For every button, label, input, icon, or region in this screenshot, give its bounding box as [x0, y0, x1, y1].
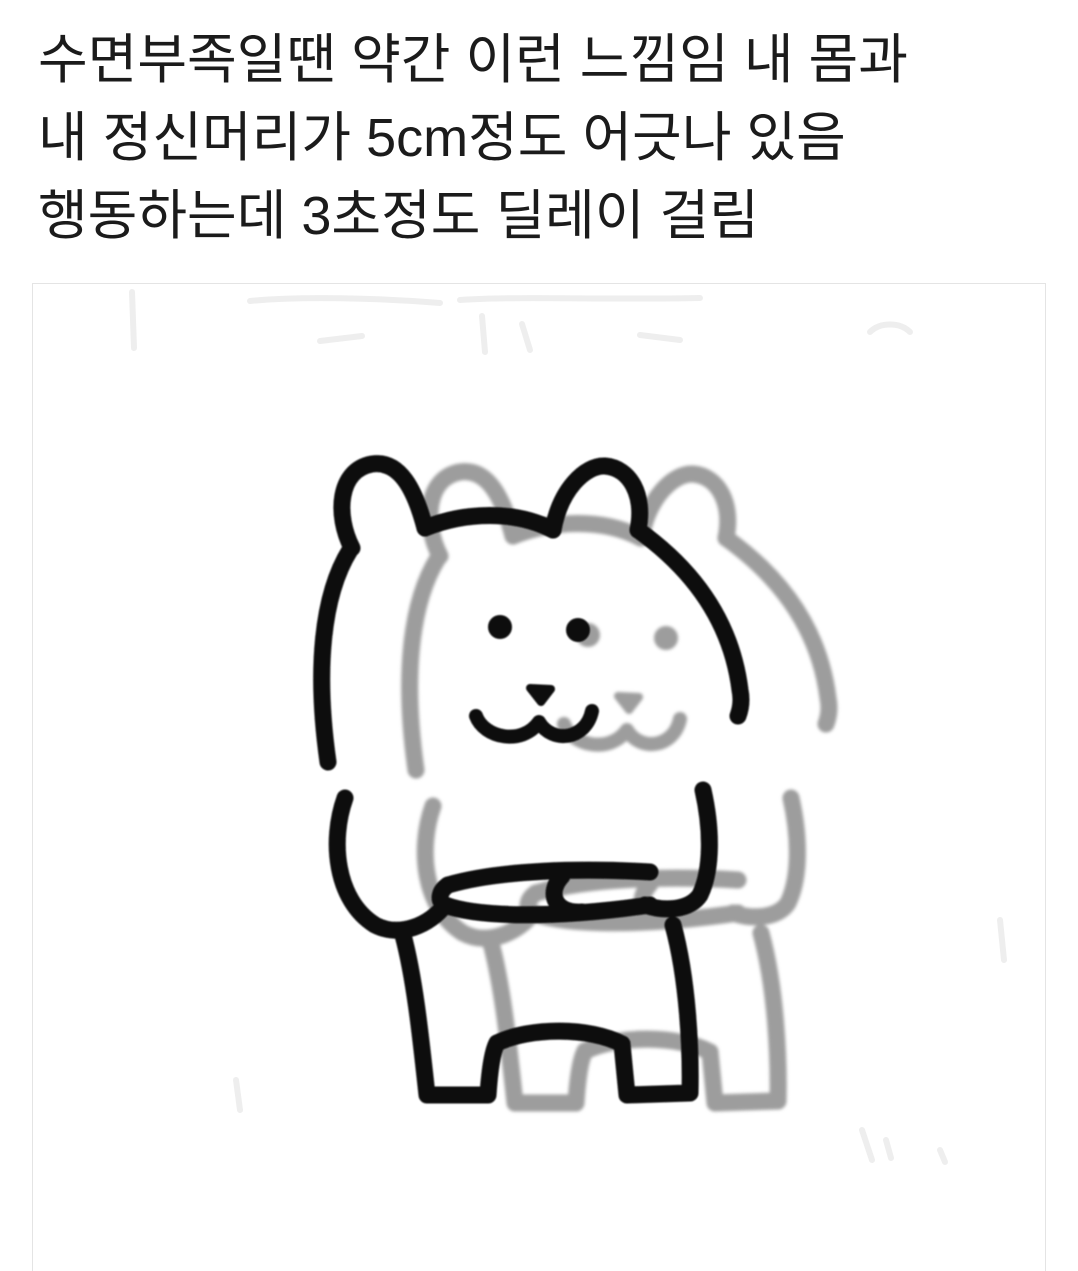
post-text-line-3: 행동하는데 3초정도 딜레이 걸림: [38, 186, 759, 246]
smudge: [637, 332, 683, 343]
post-text-line-2: 내 정신머리가 5cm정도 어긋나 있음: [38, 108, 846, 168]
smudge: [457, 295, 703, 303]
smudge: [859, 1127, 875, 1163]
bear-ghost-drawing: [410, 472, 829, 1103]
smudge: [519, 321, 533, 353]
smudge: [479, 313, 488, 355]
smudge: [233, 1077, 243, 1113]
post-body-text: 수면부족일땐 약간 이런 느낌임 내 몸과 내 정신머리가 5cm정도 어긋나 …: [38, 21, 1068, 255]
post-screenshot: 수면부족일땐 약간 이런 느낌임 내 몸과 내 정신머리가 5cm정도 어긋나 …: [0, 0, 1078, 1271]
smudge: [883, 1137, 894, 1161]
smudge: [997, 917, 1007, 963]
post-image[interactable]: [32, 283, 1046, 1271]
bear-ink-drawing: [322, 464, 741, 1095]
smudge: [317, 333, 365, 344]
smudge: [129, 289, 137, 351]
smudge: [867, 321, 913, 335]
smudge: [247, 295, 443, 306]
meme-drawing: [129, 289, 1007, 1165]
smudge: [937, 1147, 948, 1165]
post-text-line-1: 수면부족일땐 약간 이런 느낌임 내 몸과: [38, 30, 908, 90]
